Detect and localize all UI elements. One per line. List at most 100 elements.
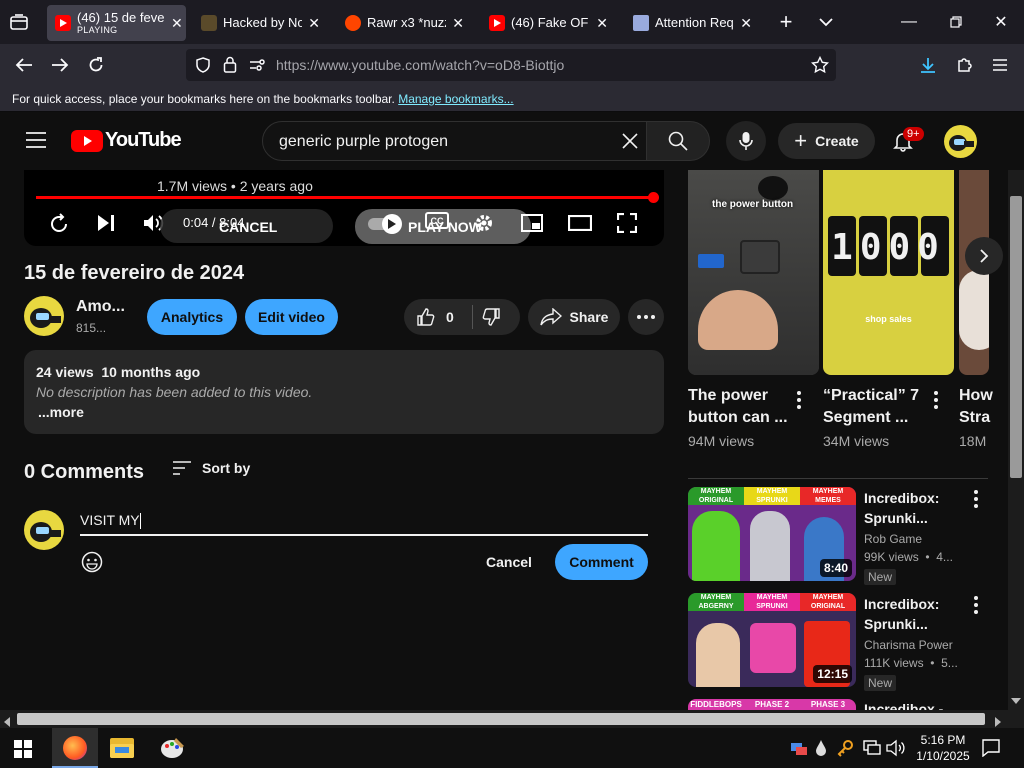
create-button[interactable]: + Create <box>778 123 875 159</box>
horizontal-scrollbar[interactable] <box>0 710 1008 728</box>
next-video-icon[interactable] <box>94 211 118 235</box>
rec-title-line: Incredibox: <box>864 490 940 506</box>
manage-bookmarks-link[interactable]: Manage bookmarks... <box>398 92 513 106</box>
vertical-scrollbar[interactable] <box>1008 170 1024 728</box>
search-button[interactable] <box>646 121 710 161</box>
tab-overflow-chevron-icon[interactable] <box>813 9 839 35</box>
voice-search-button[interactable] <box>726 121 766 161</box>
clear-search-x-icon[interactable] <box>621 132 639 155</box>
guide-menu-icon[interactable] <box>25 131 47 154</box>
tab-close-icon[interactable]: ✕ <box>308 15 320 32</box>
like-button[interactable]: 0 <box>416 307 454 327</box>
recommended-more-icon[interactable] <box>974 596 978 619</box>
microphone-icon <box>739 132 753 150</box>
recommended-thumbnail-1[interactable]: MAYHEM ORIGINAL MAYHEM SPRUNKI MAYHEM MEMES… <box>688 487 856 581</box>
settings-gear-icon[interactable] <box>472 211 496 235</box>
short-thumbnail-2[interactable]: 1000 shop sales <box>823 170 954 375</box>
short-more-icon[interactable] <box>797 391 801 414</box>
cancel-comment-button[interactable]: Cancel <box>474 544 544 580</box>
progress-scrubber[interactable] <box>648 192 659 203</box>
forward-arrow-icon[interactable] <box>47 52 73 78</box>
tab-hacked[interactable]: Hacked by Noob ✕ <box>193 5 328 41</box>
search-input[interactable]: generic purple protogen <box>279 133 448 151</box>
extensions-puzzle-icon[interactable] <box>952 52 978 78</box>
youtube-logo[interactable]: YouTube <box>71 129 182 152</box>
url-text[interactable]: https://www.youtube.com/watch?v=oD8-Biot… <box>276 57 564 73</box>
edit-video-button[interactable]: Edit video <box>245 299 338 335</box>
taskbar-clock[interactable]: 5:16 PM 1/10/2025 <box>913 732 973 764</box>
bookmark-star-icon[interactable] <box>810 55 830 79</box>
user-avatar[interactable] <box>944 125 977 158</box>
paint-icon[interactable] <box>160 736 186 760</box>
share-button[interactable]: Share <box>528 299 620 335</box>
description-more-link[interactable]: ...more <box>38 404 84 420</box>
dislike-button[interactable] <box>481 307 501 330</box>
taskbar-firefox[interactable] <box>52 728 98 768</box>
recommended-channel-1[interactable]: Rob Game <box>864 532 922 546</box>
replay-icon[interactable] <box>47 211 71 235</box>
search-box[interactable]: generic purple protogen <box>262 121 648 161</box>
sort-by-button[interactable]: Sort by <box>172 460 250 476</box>
channel-avatar[interactable] <box>24 296 64 336</box>
reload-icon[interactable] <box>83 52 109 78</box>
more-actions-button[interactable] <box>628 299 664 335</box>
windows-start-icon[interactable] <box>14 740 32 763</box>
like-divider <box>472 305 473 329</box>
recommended-title-1[interactable]: Incredibox: Sprunki... <box>864 488 939 528</box>
download-icon[interactable] <box>915 52 941 78</box>
scroll-up-arrow[interactable] <box>1011 174 1021 177</box>
tab-attention[interactable]: Attention Requir ✕ <box>625 5 760 41</box>
captions-icon[interactable]: CC <box>425 212 449 229</box>
droplet-icon[interactable] <box>815 739 827 762</box>
vertical-scroll-thumb[interactable] <box>1010 196 1022 478</box>
short-title-3[interactable]: How Stra <box>959 385 1008 429</box>
analytics-button[interactable]: Analytics <box>147 299 237 335</box>
speaker-icon[interactable] <box>886 739 906 762</box>
theater-mode-icon[interactable] <box>566 211 594 235</box>
tab-close-icon[interactable]: ✕ <box>740 15 752 32</box>
recommended-channel-2[interactable]: Charisma Power <box>864 638 953 652</box>
tab-close-icon[interactable]: ✕ <box>452 15 464 32</box>
close-window-icon[interactable]: ✕ <box>988 9 1014 35</box>
permissions-icon[interactable] <box>249 58 265 77</box>
short-thumbnail-1[interactable]: the power button <box>688 170 819 375</box>
notifications-center-icon[interactable] <box>982 739 1000 762</box>
tab-close-icon[interactable]: ✕ <box>171 15 183 32</box>
recommended-title-3[interactable]: Incredibox - <box>864 700 943 710</box>
tab-youtube-playing[interactable]: (46) 15 de fevere PLAYING ✕ <box>47 5 186 41</box>
file-explorer-icon[interactable] <box>110 738 134 758</box>
url-bar[interactable]: https://www.youtube.com/watch?v=oD8-Biot… <box>186 49 836 81</box>
shield-icon[interactable] <box>195 57 211 78</box>
minimize-icon[interactable]: — <box>896 9 922 35</box>
submit-comment-button[interactable]: Comment <box>555 544 648 580</box>
restore-icon[interactable] <box>943 9 969 35</box>
banner-label: ABGERNY <box>698 603 734 610</box>
new-tab-plus-icon[interactable]: + <box>773 9 799 35</box>
short-title-2[interactable]: “Practical” 7 Segment ... <box>823 385 919 429</box>
recommended-title-2[interactable]: Incredibox: Sprunki... <box>864 594 939 634</box>
tab-reddit[interactable]: Rawr x3 *nuzzles ✕ <box>337 5 472 41</box>
emoji-picker-icon[interactable] <box>81 551 103 578</box>
recommended-thumbnail-3[interactable]: FIDDLEBOPS PHASE 2 PHASE 3 <box>688 699 856 710</box>
recommended-thumbnail-2[interactable]: MAYHEM ABGERNY MAYHEM SPRUNKI MAYHEM ORIGIN… <box>688 593 856 687</box>
recommended-more-icon[interactable] <box>974 490 978 513</box>
network-icon[interactable] <box>863 739 881 762</box>
short-title-1[interactable]: The power button can ... <box>688 385 788 429</box>
tab-youtube-fake[interactable]: (46) Fake OF link ✕ <box>481 5 616 41</box>
horizontal-scroll-thumb[interactable] <box>17 713 985 725</box>
miniplayer-icon[interactable] <box>519 211 545 235</box>
hamburger-menu-icon[interactable] <box>987 52 1013 78</box>
shorts-next-button[interactable] <box>965 237 1003 275</box>
tab-close-icon[interactable]: ✕ <box>596 15 608 32</box>
lock-icon[interactable] <box>223 56 237 78</box>
channel-name[interactable]: Amo... <box>76 298 125 316</box>
key-icon[interactable] <box>837 739 855 762</box>
tab-list-icon[interactable] <box>6 9 32 35</box>
scroll-down-arrow[interactable] <box>1010 692 1022 710</box>
comment-input[interactable]: VISIT MY <box>80 512 648 536</box>
fullscreen-icon[interactable] <box>614 211 640 235</box>
back-arrow-icon[interactable] <box>11 52 37 78</box>
network-people-icon[interactable] <box>790 739 808 757</box>
short-more-icon[interactable] <box>934 391 938 414</box>
progress-bar[interactable] <box>36 196 654 199</box>
